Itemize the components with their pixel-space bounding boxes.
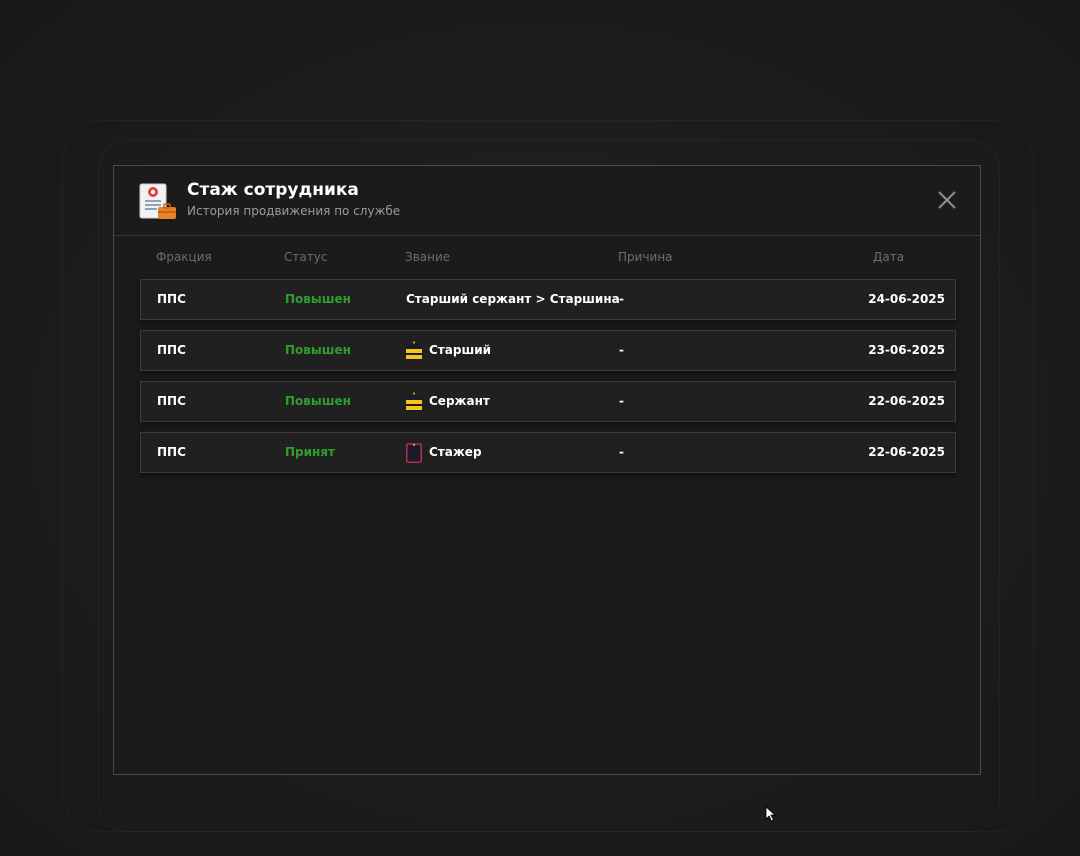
certificate-icon: [139, 183, 176, 219]
status-cell: Повышен: [285, 292, 351, 306]
reason-cell: -: [619, 394, 624, 408]
table-row: ППС Повышен Сержант - 22-06-2025: [140, 381, 956, 422]
date-cell: 22-06-2025: [868, 394, 945, 408]
column-header-faction: Фракция: [156, 250, 212, 264]
date-cell: 22-06-2025: [868, 445, 945, 459]
yellow-stripes-rank-icon: [406, 341, 422, 361]
rank-cell: Старший: [406, 331, 491, 370]
column-header-status: Статус: [284, 250, 328, 264]
reason-cell: -: [619, 445, 624, 459]
modal-subtitle: История продвижения по службе: [187, 204, 401, 218]
column-header-reason: Причина: [618, 250, 673, 264]
service-history-modal: Стаж сотрудника История продвижения по с…: [113, 165, 981, 775]
yellow-stripes-rank-icon: [406, 392, 422, 412]
status-cell: Повышен: [285, 394, 351, 408]
rank-label: Стажер: [429, 445, 482, 459]
date-cell: 23-06-2025: [868, 343, 945, 357]
rank-cell: Старший сержант > Старшина: [406, 280, 620, 319]
rank-label: Сержант: [429, 394, 490, 408]
table-row: ППС Повышен Старший - 23-06-2025: [140, 330, 956, 371]
column-header-rank: Звание: [405, 250, 451, 264]
column-header-date: Дата: [873, 250, 905, 264]
reason-cell: -: [619, 343, 624, 357]
table-row: ППС Принят Стажер - 22-06-2025: [140, 432, 956, 473]
reason-cell: -: [619, 292, 624, 306]
modal-header: Стаж сотрудника История продвижения по с…: [114, 166, 980, 236]
mouse-cursor-icon: [765, 806, 777, 822]
close-icon[interactable]: [936, 189, 958, 211]
table-row: ППС Повышен Старший сержант > Старшина -…: [140, 279, 956, 320]
modal-title: Стаж сотрудника: [187, 180, 359, 200]
rank-label: Старший сержант > Старшина: [406, 292, 620, 306]
rank-cell: Сержант: [406, 382, 490, 421]
faction-cell: ППС: [157, 343, 186, 357]
empty-shoulder-strap-rank-icon: [406, 442, 422, 463]
faction-cell: ППС: [157, 445, 186, 459]
faction-cell: ППС: [157, 394, 186, 408]
date-cell: 24-06-2025: [868, 292, 945, 306]
status-cell: Принят: [285, 445, 335, 459]
status-cell: Повышен: [285, 343, 351, 357]
rank-label: Старший: [429, 343, 492, 357]
faction-cell: ППС: [157, 292, 186, 306]
rank-cell: Стажер: [406, 433, 482, 472]
